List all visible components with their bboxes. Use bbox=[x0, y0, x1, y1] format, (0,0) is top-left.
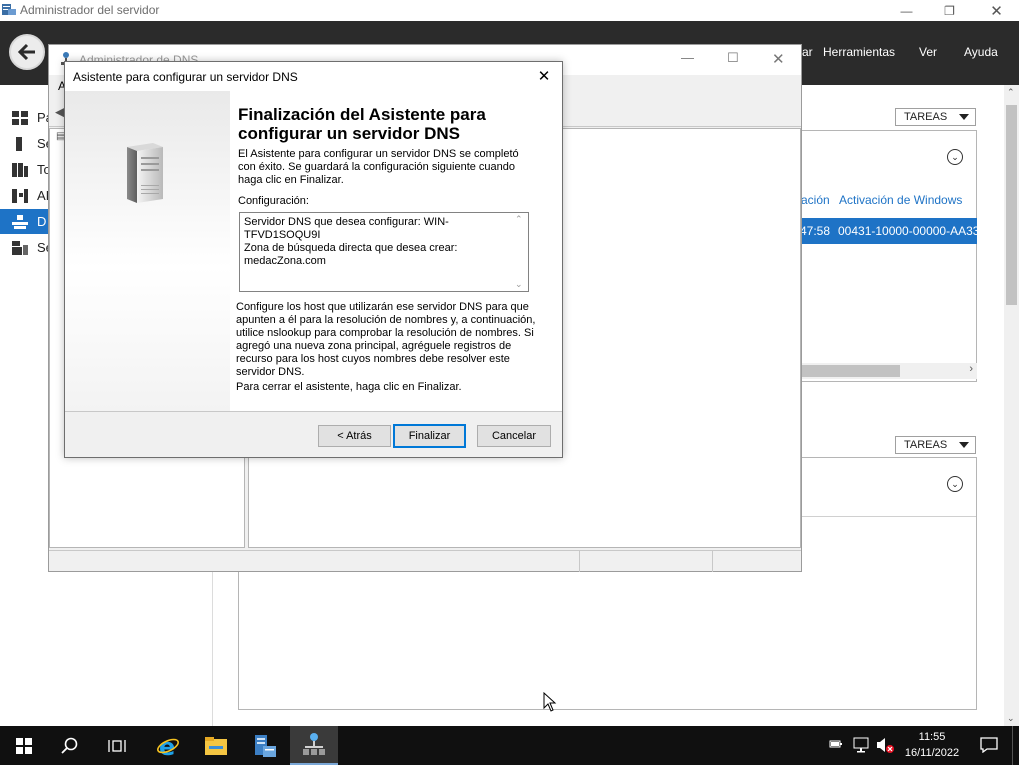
task-view-icon bbox=[108, 739, 126, 752]
server-manager-app-icon bbox=[2, 4, 16, 15]
wizard-separator bbox=[65, 411, 562, 412]
windows-start-icon bbox=[16, 737, 32, 754]
local-server-icon bbox=[16, 136, 22, 151]
internet-explorer-icon: e bbox=[157, 734, 179, 758]
scroll-up-icon[interactable]: ⌃ bbox=[515, 213, 523, 226]
sidebar-item-label: D bbox=[37, 214, 47, 229]
close-button[interactable]: ✕ bbox=[974, 0, 1019, 21]
back-button[interactable] bbox=[9, 34, 45, 70]
server-manager-titlebar: Administrador del servidor — ❐ ✕ bbox=[0, 0, 1019, 21]
config-scrollbar[interactable]: ⌃ ⌄ bbox=[511, 213, 528, 291]
dns-status-bar bbox=[49, 550, 801, 572]
tasks-dropdown-2[interactable]: TAREAS bbox=[895, 436, 976, 454]
wizard-heading: Finalización del Asistente para configur… bbox=[238, 105, 486, 143]
search-button[interactable] bbox=[46, 726, 94, 765]
tasks-dropdown-1[interactable]: TAREAS bbox=[895, 108, 976, 126]
clock-time: 11:55 bbox=[918, 731, 946, 743]
show-desktop-button[interactable] bbox=[1012, 726, 1013, 765]
config-line: medacZona.com bbox=[244, 255, 326, 267]
taskbar-dns-manager[interactable] bbox=[290, 726, 338, 765]
clock-date: 16/11/2022 bbox=[904, 747, 960, 759]
dropdown-arrow-icon bbox=[959, 442, 969, 448]
menu-view[interactable]: Ver bbox=[919, 45, 937, 59]
dropdown-arrow-icon bbox=[959, 114, 969, 120]
taskbar-server-manager[interactable] bbox=[241, 726, 289, 765]
volume-muted-icon[interactable] bbox=[876, 737, 894, 756]
wizard-instructions-text: Configure los host que utilizarán ese se… bbox=[236, 301, 536, 378]
config-summary-box[interactable]: Servidor DNS que desea configurar: WIN- … bbox=[239, 212, 529, 292]
minimize-icon: — bbox=[900, 3, 913, 18]
minimize-button[interactable]: — bbox=[884, 0, 929, 21]
file-explorer-icon bbox=[205, 736, 227, 755]
server-tower-icon bbox=[127, 143, 163, 203]
config-label: Configuración: bbox=[238, 195, 309, 207]
wizard-close-hint: Para cerrar el asistente, haga clic en F… bbox=[236, 381, 462, 393]
task-view-button[interactable] bbox=[93, 726, 141, 765]
row-activation-cell: 00431-10000-00000-AA33 bbox=[838, 224, 980, 238]
column-header-activation[interactable]: Activación de Windows bbox=[839, 193, 962, 207]
start-button[interactable] bbox=[0, 726, 48, 765]
taskbar-clock[interactable]: 11:55 16/11/2022 bbox=[897, 729, 967, 761]
taskbar: e 11:55 16/11/2022 bbox=[0, 726, 1019, 765]
dashboard-icon bbox=[12, 110, 28, 125]
scroll-down-icon[interactable]: ⌄ bbox=[1007, 713, 1015, 724]
config-line: Servidor DNS que desea configurar: WIN- bbox=[244, 216, 449, 228]
vertical-scrollbar[interactable]: ⌃ ⌄ bbox=[1004, 85, 1019, 726]
status-divider bbox=[579, 551, 580, 572]
wizard-body: Finalización del Asistente para configur… bbox=[65, 91, 562, 411]
config-line: TFVD1SOQU9I bbox=[244, 229, 321, 241]
column-header-partial[interactable]: ación bbox=[801, 193, 830, 207]
row-time-cell: 47:58 bbox=[800, 224, 831, 238]
wizard-close-button[interactable]: ✕ bbox=[534, 66, 554, 86]
expand-chevron-icon[interactable]: ⌄ bbox=[947, 149, 963, 165]
close-icon: ✕ bbox=[537, 68, 551, 85]
menu-manage[interactable]: ar bbox=[802, 45, 813, 59]
restore-icon: ❐ bbox=[944, 3, 955, 18]
expand-chevron-icon[interactable]: ⌄ bbox=[947, 476, 963, 492]
menu-tools[interactable]: Herramientas bbox=[823, 45, 895, 59]
cancel-button[interactable]: Cancelar bbox=[477, 425, 551, 447]
scroll-up-icon[interactable]: ⌃ bbox=[1007, 87, 1015, 98]
notifications-icon[interactable] bbox=[980, 737, 998, 756]
table-row-selected[interactable]: 47:58 00431-10000-00000-AA33 bbox=[774, 218, 980, 244]
config-line: Zona de búsqueda directa que desea crear… bbox=[244, 242, 458, 254]
wizard-titlebar: Asistente para configurar un servidor DN… bbox=[65, 62, 562, 91]
dns-close-button[interactable]: ✕ bbox=[772, 50, 785, 68]
dns-manager-icon bbox=[303, 732, 325, 755]
scrollbar-thumb[interactable] bbox=[1006, 105, 1017, 305]
tasks-label: TAREAS bbox=[904, 111, 948, 123]
window-title: Administrador del servidor bbox=[20, 3, 160, 17]
menu-help[interactable]: Ayuda bbox=[964, 45, 998, 59]
taskbar-internet-explorer[interactable]: e bbox=[144, 726, 192, 765]
network-icon[interactable] bbox=[853, 737, 871, 756]
scroll-down-icon[interactable]: ⌄ bbox=[515, 278, 523, 291]
status-divider bbox=[712, 551, 713, 572]
back-wizard-button[interactable]: < Atrás bbox=[318, 425, 391, 447]
ad-ds-icon bbox=[12, 188, 28, 203]
power-icon[interactable] bbox=[829, 738, 845, 753]
dns-minimize-button[interactable]: — bbox=[681, 50, 694, 65]
maximize-button[interactable]: ❐ bbox=[927, 0, 972, 21]
wizard-side-banner bbox=[65, 91, 230, 411]
wizard-title: Asistente para configurar un servidor DN… bbox=[73, 70, 298, 84]
all-servers-icon bbox=[12, 162, 28, 177]
tasks-label: TAREAS bbox=[904, 439, 948, 451]
horizontal-scrollbar[interactable]: › bbox=[774, 363, 977, 379]
search-icon bbox=[61, 737, 78, 754]
dns-icon bbox=[12, 214, 28, 229]
svg-text:e: e bbox=[159, 734, 175, 758]
finish-button[interactable]: Finalizar bbox=[393, 424, 466, 448]
dns-wizard-dialog: Asistente para configurar un servidor DN… bbox=[64, 61, 563, 458]
wizard-intro-text: El Asistente para configurar un servidor… bbox=[238, 148, 519, 186]
close-icon: ✕ bbox=[990, 2, 1003, 20]
taskbar-file-explorer[interactable] bbox=[192, 726, 240, 765]
server-manager-icon bbox=[255, 734, 276, 757]
file-services-icon bbox=[12, 240, 28, 255]
mouse-cursor-icon bbox=[543, 692, 557, 712]
back-arrow-icon bbox=[17, 43, 35, 61]
dns-maximize-button[interactable]: ☐ bbox=[727, 50, 739, 66]
scroll-right-icon[interactable]: › bbox=[969, 363, 973, 375]
